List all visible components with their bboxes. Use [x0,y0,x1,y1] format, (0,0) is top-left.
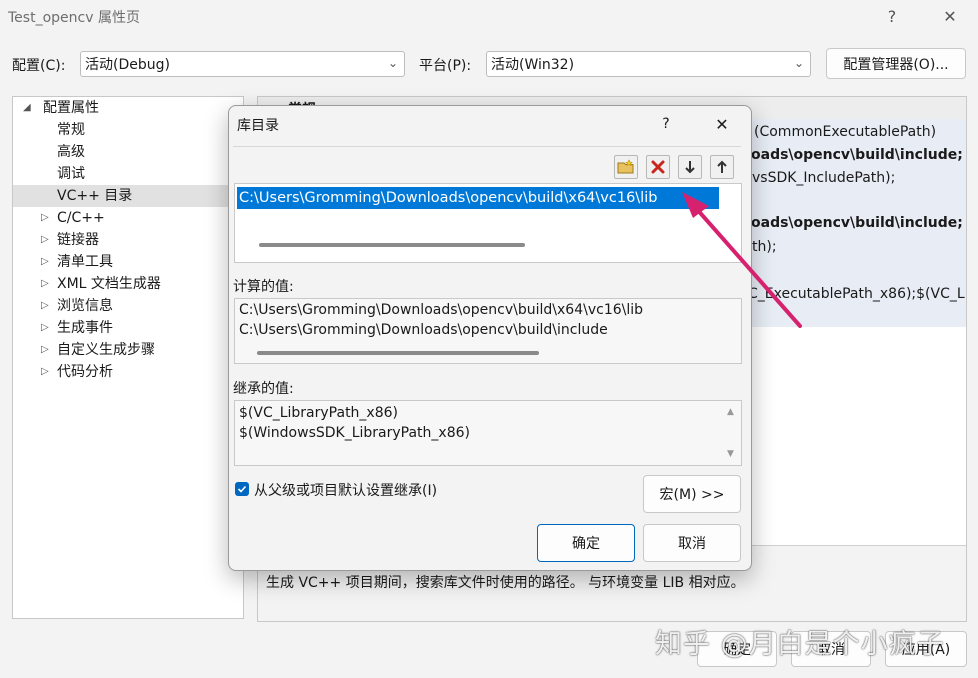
watermark: 知乎 @月白是个小疯子 [655,629,945,660]
annotation-arrow [682,192,802,328]
